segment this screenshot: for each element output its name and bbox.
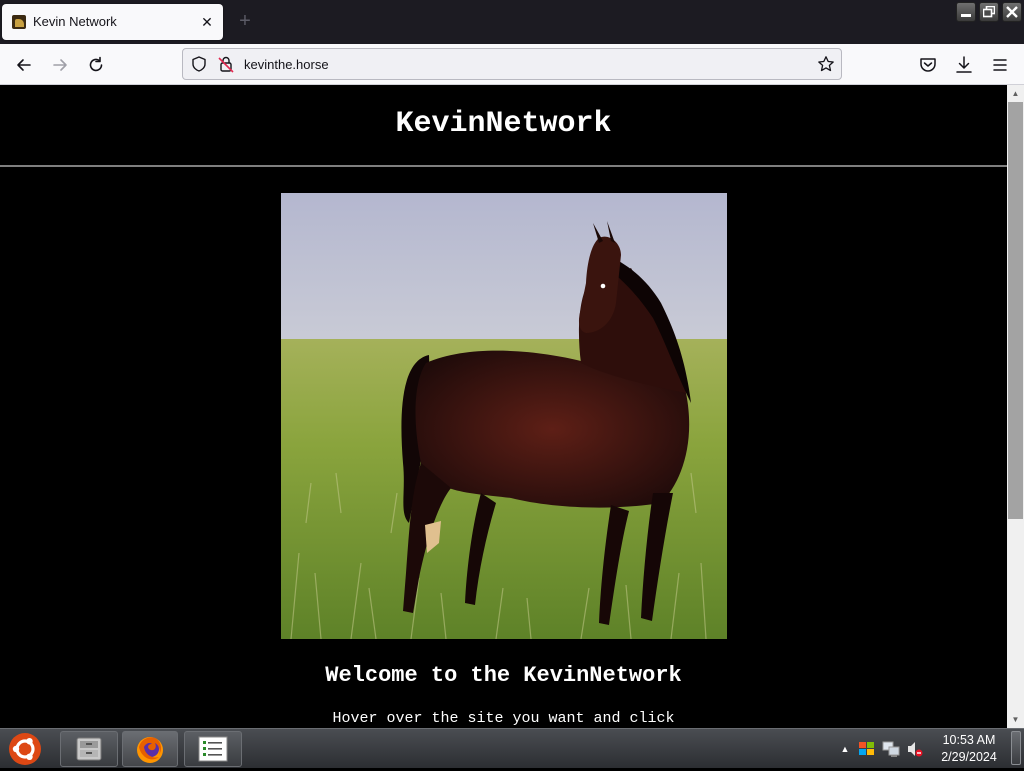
system-clock[interactable]: 10:53 AM 2/29/2024 — [935, 732, 1003, 766]
navigation-toolbar: kevinthe.horse — [0, 44, 1024, 85]
insecure-lock-icon[interactable] — [217, 55, 235, 73]
tray-expand-icon[interactable]: ▲ — [836, 740, 854, 758]
reload-button[interactable] — [84, 53, 108, 77]
flag-svg — [859, 742, 874, 755]
taskbar: ▲ 10:53 AM 2/29/2024 — [0, 728, 1024, 768]
downloads-button[interactable] — [952, 53, 976, 77]
taskbar-task-list[interactable] — [184, 731, 242, 767]
arrow-right-icon — [53, 59, 67, 71]
close-tab-icon[interactable]: ✕ — [197, 12, 217, 32]
scroll-down-arrow-icon[interactable]: ▼ — [1007, 711, 1024, 728]
download-icon — [956, 56, 972, 73]
start-menu-button[interactable] — [8, 732, 42, 766]
back-button[interactable] — [12, 53, 36, 77]
tab-bar: Kevin Network ✕ + — [0, 0, 1024, 44]
site-favicon-icon — [12, 15, 26, 29]
network-svg — [882, 741, 900, 757]
address-bar[interactable]: kevinthe.horse — [182, 48, 842, 80]
shield-icon[interactable] — [190, 55, 208, 73]
close-window-button[interactable] — [1002, 2, 1022, 22]
windows-flag-icon[interactable] — [858, 740, 876, 758]
close-icon — [1006, 6, 1018, 18]
hamburger-menu-icon — [993, 59, 1007, 71]
welcome-heading: Welcome to the KevinNetwork — [325, 663, 682, 688]
taskbar-file-manager[interactable] — [60, 731, 118, 767]
new-tab-icon[interactable]: + — [234, 10, 256, 32]
file-cabinet-icon — [76, 737, 102, 761]
clock-date: 2/29/2024 — [941, 750, 997, 764]
taskbar-firefox[interactable] — [122, 731, 178, 767]
show-desktop-button[interactable] — [1011, 731, 1021, 765]
scroll-up-arrow-icon[interactable]: ▲ — [1007, 85, 1024, 102]
scrollbar-thumb[interactable] — [1008, 102, 1023, 519]
app-menu-button[interactable] — [988, 53, 1012, 77]
clock-time: 10:53 AM — [942, 733, 996, 747]
pocket-icon — [920, 58, 936, 72]
volume-svg — [908, 742, 923, 757]
minimize-icon — [961, 14, 971, 17]
tab-kevin-network[interactable]: Kevin Network ✕ — [2, 4, 223, 40]
restore-window-button[interactable] — [979, 2, 999, 22]
ubuntu-logo-icon — [9, 733, 41, 765]
horse-photo — [281, 193, 727, 639]
minimize-window-button[interactable] — [956, 2, 976, 22]
page-content: KevinNetwork Welcome to the KevinNetwork… — [0, 85, 1007, 728]
restore-icon — [983, 6, 995, 18]
network-icon[interactable] — [882, 740, 900, 758]
horse-image — [281, 193, 727, 639]
site-header: KevinNetwork — [0, 85, 1007, 167]
list-document-icon — [198, 736, 228, 762]
firefox-icon — [137, 737, 163, 763]
volume-muted-icon[interactable] — [906, 740, 924, 758]
page-scrollbar[interactable]: ▲ ▼ — [1007, 85, 1024, 728]
tab-title: Kevin Network — [33, 14, 117, 29]
url-text[interactable]: kevinthe.horse — [244, 57, 329, 72]
pocket-button[interactable] — [916, 53, 940, 77]
bookmark-star-icon[interactable] — [817, 55, 835, 73]
reload-icon — [89, 56, 103, 72]
arrow-left-icon — [17, 59, 31, 71]
forward-button[interactable] — [48, 53, 72, 77]
site-title: KevinNetwork — [395, 107, 612, 141]
instruction-text: Hover over the site you want and click — [332, 710, 675, 727]
